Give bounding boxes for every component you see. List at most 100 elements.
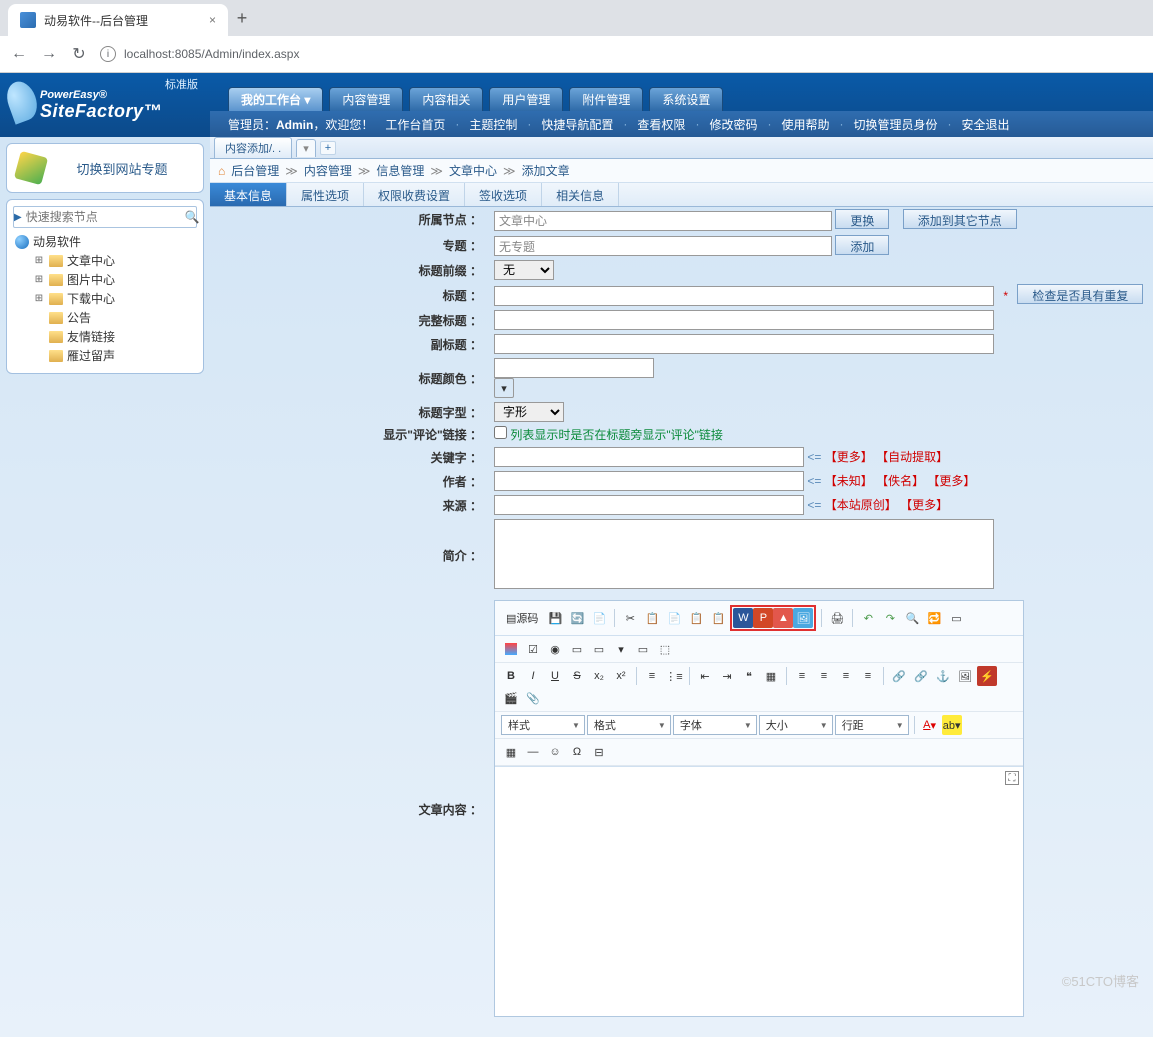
menu-settings[interactable]: 系统设置 [649, 87, 723, 111]
link-perm[interactable]: 查看权限 [637, 116, 685, 133]
fulltitle-input[interactable] [494, 310, 994, 330]
bold-icon[interactable]: B [501, 666, 521, 686]
textfield-icon[interactable]: ▭ [567, 639, 587, 659]
home-icon[interactable]: ⌂ [218, 164, 225, 178]
subtitle-input[interactable] [494, 334, 994, 354]
redo-icon[interactable]: ↷ [880, 608, 900, 628]
link-help[interactable]: 使用帮助 [781, 116, 829, 133]
tree-node-guestbook[interactable]: 雁过留声 [33, 346, 197, 365]
refresh-icon[interactable]: 🔄 [567, 608, 587, 628]
titlefont-select[interactable]: 字形 [494, 402, 564, 422]
url-box[interactable]: i localhost:8085/Admin/index.aspx [100, 46, 1143, 62]
align-left-icon[interactable]: ≡ [792, 666, 812, 686]
link-wb-home[interactable]: 工作台首页 [385, 116, 445, 133]
crumb-1[interactable]: 内容管理 [304, 162, 352, 179]
indent-icon[interactable]: ⇥ [717, 666, 737, 686]
ol-icon[interactable]: ≡ [642, 666, 662, 686]
link-theme[interactable]: 主题控制 [469, 116, 517, 133]
select-icon[interactable]: ▾ [611, 639, 631, 659]
lineheight-combo[interactable]: 行距▼ [835, 715, 909, 735]
menu-user[interactable]: 用户管理 [489, 87, 563, 111]
align-center-icon[interactable]: ≡ [814, 666, 834, 686]
tree-node-links[interactable]: 友情链接 [33, 327, 197, 346]
intro-textarea[interactable] [494, 519, 994, 589]
new-tab-button[interactable]: + [228, 8, 256, 29]
unlink-icon[interactable]: 🔗 [911, 666, 931, 686]
newdoc-icon[interactable]: 📄 [589, 608, 609, 628]
tree-node-article[interactable]: ⊞文章中心 [33, 251, 197, 270]
forward-icon[interactable]: → [40, 45, 58, 63]
comment-checkbox[interactable] [494, 426, 507, 439]
table-icon[interactable]: ▦ [501, 742, 521, 762]
selectall-icon[interactable]: ▭ [946, 608, 966, 628]
button-icon[interactable]: ▭ [633, 639, 653, 659]
hr-icon[interactable]: — [523, 742, 543, 762]
tab-basic[interactable]: 基本信息 [210, 183, 287, 206]
cut-icon[interactable]: ✂ [620, 608, 640, 628]
image-icon[interactable]: 🖼 [955, 666, 975, 686]
titlecolor-input[interactable] [494, 358, 654, 378]
paste-text-icon[interactable]: 📋 [686, 608, 706, 628]
search-expand-icon[interactable]: ▶ [14, 212, 22, 223]
maximize-icon[interactable]: ⛶ [1005, 771, 1019, 785]
reload-icon[interactable]: ↻ [70, 45, 88, 63]
special-char-icon[interactable]: Ω [567, 742, 587, 762]
div-icon[interactable]: ▦ [761, 666, 781, 686]
bgcolor-icon[interactable]: ab▾ [942, 715, 962, 735]
undo-icon[interactable]: ↶ [858, 608, 878, 628]
change-node-button[interactable]: 更换 [835, 209, 889, 229]
add-topic-button[interactable]: 添加 [835, 235, 889, 255]
menu-content[interactable]: 内容管理 [329, 87, 403, 111]
prefix-select[interactable]: 无 [494, 260, 554, 280]
link-passwd[interactable]: 修改密码 [709, 116, 757, 133]
close-tab-icon[interactable]: × [209, 13, 216, 27]
tab-sign[interactable]: 签收选项 [465, 183, 542, 206]
switch-title[interactable]: 切换到网站专题 [51, 159, 193, 178]
back-icon[interactable]: ← [10, 45, 28, 63]
align-justify-icon[interactable]: ≡ [858, 666, 878, 686]
search-icon[interactable]: 🔍 [185, 210, 200, 224]
kw-more-link[interactable]: 【更多】 [825, 450, 873, 464]
search-input[interactable] [22, 210, 185, 224]
source-button[interactable]: ▤ 源码 [501, 608, 543, 628]
upload-image-icon[interactable]: 🖼 [793, 608, 813, 628]
source-input[interactable] [494, 495, 804, 515]
doc-tab-add[interactable]: + [320, 141, 336, 155]
upload-ppt-icon[interactable]: P [753, 608, 773, 628]
kw-auto-link[interactable]: 【自动提取】 [876, 450, 948, 464]
author-anon-link[interactable]: 【佚名】 [876, 474, 924, 488]
find-icon[interactable]: 🔍 [902, 608, 922, 628]
size-combo[interactable]: 大小▼ [759, 715, 833, 735]
style-combo[interactable]: 样式▼ [501, 715, 585, 735]
sup-icon[interactable]: x² [611, 666, 631, 686]
site-info-icon[interactable]: i [100, 46, 116, 62]
keyword-input[interactable] [494, 447, 804, 467]
italic-icon[interactable]: I [523, 666, 543, 686]
ul-icon[interactable]: ⋮≡ [664, 666, 684, 686]
link-logout[interactable]: 安全退出 [961, 116, 1009, 133]
save-icon[interactable]: 💾 [545, 608, 565, 628]
upload-pdf-icon[interactable]: ▲ [773, 608, 793, 628]
tab-related[interactable]: 相关信息 [542, 183, 619, 206]
doc-tab-active[interactable]: 内容添加/. . [214, 137, 292, 158]
textcolor-icon[interactable]: A▾ [920, 715, 940, 735]
textarea-icon[interactable]: ▭ [589, 639, 609, 659]
author-unknown-link[interactable]: 【未知】 [825, 474, 873, 488]
underline-icon[interactable]: U [545, 666, 565, 686]
strike-icon[interactable]: S [567, 666, 587, 686]
source-orig-link[interactable]: 【本站原创】 [825, 498, 897, 512]
format-combo[interactable]: 格式▼ [587, 715, 671, 735]
radio-icon[interactable]: ◉ [545, 639, 565, 659]
quote-icon[interactable]: ❝ [739, 666, 759, 686]
doc-tab-blank[interactable]: ▾ [296, 139, 316, 157]
tab-perm[interactable]: 权限收费设置 [364, 183, 465, 206]
flash-icon[interactable]: ⚡ [977, 666, 997, 686]
paste-icon[interactable]: 📄 [664, 608, 684, 628]
check-duplicate-button[interactable]: 检查是否具有重复 [1017, 284, 1143, 304]
crumb-3[interactable]: 文章中心 [449, 162, 497, 179]
form-icon[interactable] [501, 639, 521, 659]
paste-word-icon[interactable]: 📋 [708, 608, 728, 628]
upload-word-icon[interactable]: W [733, 608, 753, 628]
anchor-icon[interactable]: ⚓ [933, 666, 953, 686]
menu-attach[interactable]: 附件管理 [569, 87, 643, 111]
